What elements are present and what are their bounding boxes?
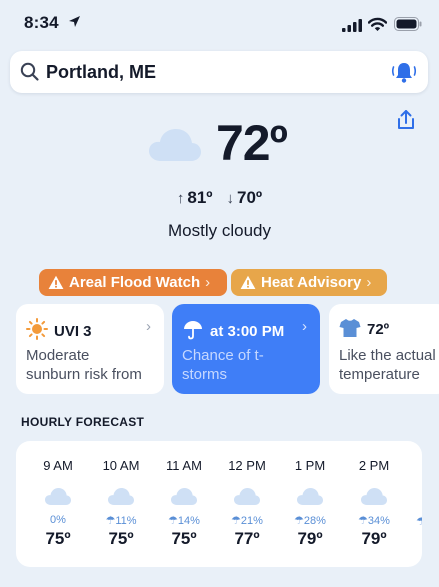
hourly-forecast-title: HOURLY FORECAST <box>21 415 145 429</box>
warning-icon <box>240 275 256 289</box>
cloud-icon <box>149 129 201 161</box>
battery-icon <box>394 17 422 31</box>
chevron-right-icon: › <box>146 318 151 335</box>
arrow-up-icon: ↑ <box>176 190 185 207</box>
search-input[interactable]: Portland, ME <box>46 62 156 83</box>
umbrella-icon <box>184 321 202 340</box>
next-hour-peek: ☂ <box>416 516 422 528</box>
feels-like-desc-line2: temperature <box>339 366 420 383</box>
current-temperature: 72º <box>216 115 288 171</box>
low-temperature: 70º <box>237 188 263 207</box>
cloud-icon <box>45 488 71 505</box>
hourly-item: 11 AM ☂14% 75º <box>154 441 214 567</box>
hour-precipitation: ☂28% <box>294 515 326 527</box>
hour-precipitation: ☂34% <box>358 515 390 527</box>
feels-like-card[interactable]: 72º Like the actual temperature <box>329 304 439 394</box>
notification-bell-icon[interactable] <box>390 60 418 84</box>
cloud-icon <box>361 488 387 505</box>
alert-areal-flood-watch[interactable]: Areal Flood Watch › <box>39 269 227 296</box>
precipitation-card[interactable]: at 3:00 PM › Chance of t- storms <box>172 304 320 394</box>
uv-desc-line2: sunburn risk from <box>26 366 142 383</box>
uv-index-card[interactable]: UVI 3 › Moderate sunburn risk from <box>16 304 164 394</box>
high-low-temperatures: ↑ 81º ↓ 70º <box>0 188 439 208</box>
hour-precipitation: ☂14% <box>168 515 200 527</box>
hourly-item: 12 PM ☂21% 77º <box>217 441 277 567</box>
hourly-item: 1 PM ☂28% 79º <box>280 441 340 567</box>
search-icon <box>20 62 39 81</box>
hour-temperature: 79º <box>297 529 323 548</box>
uv-desc-line1: Moderate <box>26 347 90 364</box>
cloud-icon <box>171 488 197 505</box>
shirt-icon <box>339 319 361 337</box>
hour-temperature: 79º <box>361 529 387 548</box>
hour-time: 2 PM <box>358 458 390 473</box>
chevron-right-icon: › <box>205 274 211 291</box>
hour-precipitation: ☂21% <box>231 515 263 527</box>
feels-like-temperature: 72º <box>367 321 390 338</box>
hour-temperature: 77º <box>234 529 260 548</box>
hour-temperature: 75º <box>171 529 197 548</box>
hour-temperature: 75º <box>45 529 71 548</box>
precipitation-time: at 3:00 PM <box>210 323 285 340</box>
current-condition: Mostly cloudy <box>168 221 271 240</box>
status-bar: 8:34 <box>0 0 439 48</box>
share-icon[interactable] <box>394 108 418 132</box>
hour-precipitation: 0% <box>50 514 66 526</box>
alert-label: Areal Flood Watch <box>69 274 201 291</box>
hour-time: 11 AM <box>166 458 202 473</box>
hour-time: 9 AM <box>43 458 73 473</box>
location-arrow-icon <box>69 16 80 27</box>
hour-time: 10 AM <box>102 458 140 473</box>
hour-temperature: 75º <box>108 529 134 548</box>
wifi-icon <box>368 17 387 31</box>
hour-time: 1 PM <box>294 458 326 473</box>
precipitation-desc-line2: storms <box>182 366 227 383</box>
chevron-right-icon: › <box>302 318 307 335</box>
high-temperature: 81º <box>187 188 213 207</box>
arrow-down-icon: ↓ <box>226 190 235 207</box>
warning-icon <box>48 275 64 289</box>
hourly-item: 9 AM 0% 75º <box>28 441 88 567</box>
hour-time: 12 PM <box>228 458 266 473</box>
uv-title: UVI 3 <box>54 323 92 340</box>
hourly-item: 2 PM ☂34% 79º <box>344 441 404 567</box>
location-search-bar[interactable]: Portland, ME <box>10 51 428 93</box>
cloud-icon <box>108 488 134 505</box>
hour-precipitation: ☂11% <box>105 515 137 527</box>
cloud-icon <box>234 488 260 505</box>
cloud-icon <box>297 488 323 505</box>
precipitation-desc-line1: Chance of t- <box>182 347 264 364</box>
alert-label: Heat Advisory <box>261 274 362 291</box>
sun-icon <box>26 318 48 340</box>
alert-heat-advisory[interactable]: Heat Advisory › <box>231 269 387 296</box>
hourly-forecast-panel[interactable]: 9 AM 0% 75º 10 AM ☂11% 75º 11 AM ☂14% 75º 12 PM ☂2… <box>16 441 422 567</box>
chevron-right-icon: › <box>366 274 372 291</box>
cellular-signal-icon <box>342 19 362 32</box>
hourly-item: 10 AM ☂11% 75º <box>91 441 151 567</box>
feels-like-desc-line1: Like the actual <box>339 347 436 364</box>
status-time: 8:34 <box>24 13 59 32</box>
